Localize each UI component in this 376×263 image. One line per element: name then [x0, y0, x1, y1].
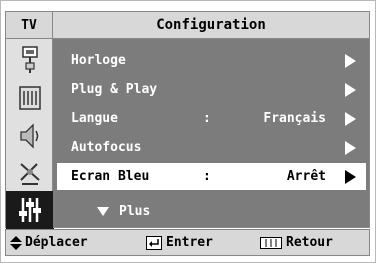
menu-panel: Horloge Plug & Play Langue : Français Au…: [53, 39, 370, 228]
menu-item-horloge[interactable]: Horloge: [57, 47, 366, 74]
menu-item-label: Horloge: [71, 53, 126, 68]
move-label: Déplacer: [25, 235, 88, 250]
menu-item-colon: :: [203, 111, 211, 126]
chevron-right-icon: [345, 83, 356, 97]
sound-icon[interactable]: [6, 117, 54, 155]
move-hint: Déplacer: [10, 235, 88, 250]
menu-item-autofocus[interactable]: Autofocus: [57, 134, 366, 161]
menu-item-colon: :: [203, 169, 211, 184]
menu-item-label: Ecran Bleu: [71, 169, 150, 184]
menu-item-langue[interactable]: Langue : Français: [57, 105, 366, 132]
menu-item-value: Français: [263, 111, 326, 126]
more-indicator[interactable]: Plus: [97, 204, 150, 219]
chevron-right-icon: [345, 112, 356, 126]
setup-satellite-icon[interactable]: [6, 155, 54, 193]
menu-item-value: Arrêt: [286, 169, 326, 184]
enter-key-icon: [146, 235, 162, 250]
triangle-down-icon: [97, 207, 109, 216]
menu-item-ecran-bleu[interactable]: Ecran Bleu : Arrêt: [57, 163, 366, 190]
chevron-right-icon: [345, 141, 356, 155]
help-bar: Déplacer Entrer Retour: [5, 229, 370, 256]
tv-tag: TV: [5, 11, 53, 39]
menu-header: TV Configuration: [5, 11, 370, 39]
page-title: Configuration: [53, 11, 370, 39]
sidebar: [5, 39, 54, 229]
menu-item-label: Langue: [71, 111, 118, 126]
more-label: Plus: [119, 204, 151, 219]
enter-label: Entrer: [166, 235, 213, 250]
enter-hint: Entrer: [146, 235, 213, 250]
menu-item-label: Plug & Play: [71, 82, 158, 97]
osd-frame: TV Configuration Horloge Plug & Play Lan…: [0, 0, 376, 263]
chevron-right-icon: [345, 54, 356, 68]
menu-item-plug-and-play[interactable]: Plug & Play: [57, 76, 366, 103]
picture-icon[interactable]: [6, 41, 54, 79]
menu-key-icon: [260, 236, 282, 249]
up-down-arrow-icon: [10, 235, 22, 250]
menu-item-label: Autofocus: [71, 140, 142, 155]
chevron-right-icon: [345, 170, 356, 184]
return-label: Retour: [286, 235, 333, 250]
return-hint: Retour: [260, 235, 333, 250]
channel-icon[interactable]: [6, 79, 54, 117]
function-sliders-icon[interactable]: [6, 191, 54, 229]
